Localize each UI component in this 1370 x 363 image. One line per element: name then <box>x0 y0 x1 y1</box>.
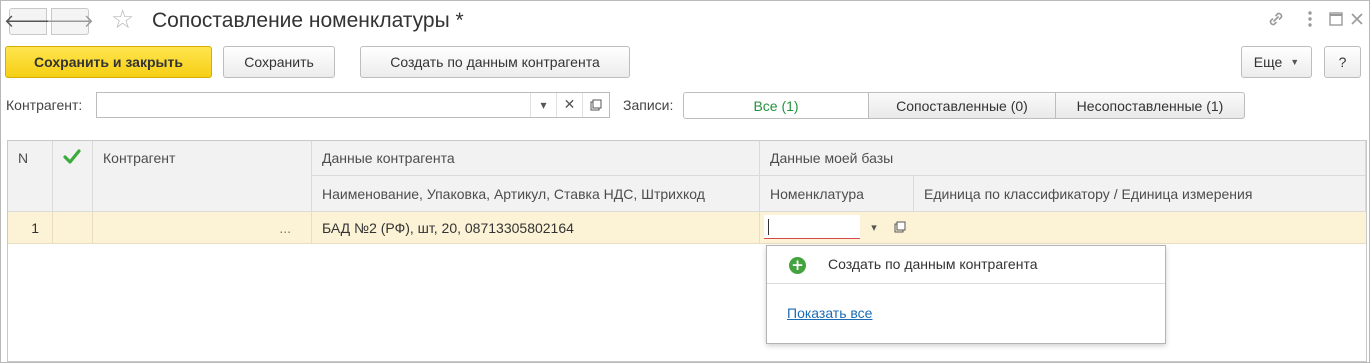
page-title: Сопоставление номенклатуры * <box>152 9 464 32</box>
tab-all[interactable]: Все (1) <box>683 92 869 119</box>
link-icon[interactable] <box>1266 9 1286 34</box>
header-unit[interactable]: Единица по классификатору / Единица изме… <box>914 176 1366 212</box>
header-status[interactable] <box>53 141 93 212</box>
create-from-counterparty-button[interactable]: Создать по данным контрагента <box>360 46 630 78</box>
header-my-base-data: Данные моей базы <box>760 141 1366 176</box>
show-all-link[interactable]: Показать все <box>787 305 872 321</box>
text-cursor <box>768 219 769 235</box>
open-icon[interactable] <box>582 93 609 117</box>
header-counterparty[interactable]: Контрагент <box>93 141 312 212</box>
plus-circle-icon: + <box>789 257 806 274</box>
maximize-icon[interactable] <box>1329 11 1343 31</box>
dropdown-create-label: Создать по данным контрагента <box>828 256 1038 272</box>
kebab-menu-icon[interactable] <box>1307 10 1313 33</box>
nomenclature-dropdown: + Создать по данным контрагента Показать… <box>766 245 1166 344</box>
cell-counterparty[interactable]: ... <box>93 212 312 243</box>
arrow-right-icon: 🡒 <box>45 11 95 32</box>
cell-n: 1 <box>8 212 53 243</box>
more-label: Еще <box>1253 54 1283 70</box>
counterparty-field[interactable]: ▾ ✕ <box>96 92 610 118</box>
clear-icon[interactable]: ✕ <box>556 93 582 117</box>
table-row[interactable]: 1 ... БАД №2 (РФ), шт, 20, 0871330580216… <box>8 212 1366 244</box>
header-item-attrs[interactable]: Наименование, Упаковка, Артикул, Ставка … <box>312 176 760 212</box>
cell-status <box>53 212 93 243</box>
dropdown-arrow-icon[interactable]: ▾ <box>530 93 556 117</box>
header-nomenclature[interactable]: Номенклатура <box>760 176 914 212</box>
save-close-button[interactable]: Сохранить и закрыть <box>5 46 212 78</box>
open-icon[interactable] <box>887 215 913 239</box>
header-n[interactable]: N <box>8 141 53 212</box>
save-button[interactable]: Сохранить <box>223 46 335 78</box>
back-button[interactable]: 🡐 <box>4 8 52 35</box>
chevron-down-icon[interactable]: ▾ <box>861 215 887 239</box>
nomenclature-editor[interactable]: ▾ <box>760 212 914 243</box>
star-icon[interactable]: ☆ <box>111 5 134 35</box>
records-label: Записи: <box>623 97 674 113</box>
nomenclature-input[interactable] <box>764 215 860 239</box>
help-button[interactable]: ? <box>1324 46 1361 78</box>
more-button[interactable]: Еще ▼ <box>1241 46 1312 78</box>
form-window: 🡐 🡒 ☆ Сопоставление номенклатуры * Сохра… <box>0 0 1370 363</box>
header-counterparty-data: Данные контрагента <box>312 141 760 176</box>
checkmark-icon <box>63 149 81 164</box>
dropdown-create-item[interactable]: + Создать по данным контрагента <box>767 246 1165 284</box>
counterparty-label: Контрагент: <box>6 97 83 113</box>
forward-button[interactable]: 🡒 <box>46 8 94 35</box>
cell-item-attrs: БАД №2 (РФ), шт, 20, 08713305802164 <box>312 212 760 243</box>
chevron-down-icon: ▼ <box>1290 57 1300 67</box>
cell-unit[interactable] <box>914 212 1366 243</box>
tab-unmatched[interactable]: Несопоставленные (1) <box>1055 92 1245 119</box>
tab-matched[interactable]: Сопоставленные (0) <box>868 92 1056 119</box>
close-icon[interactable] <box>1350 11 1364 31</box>
